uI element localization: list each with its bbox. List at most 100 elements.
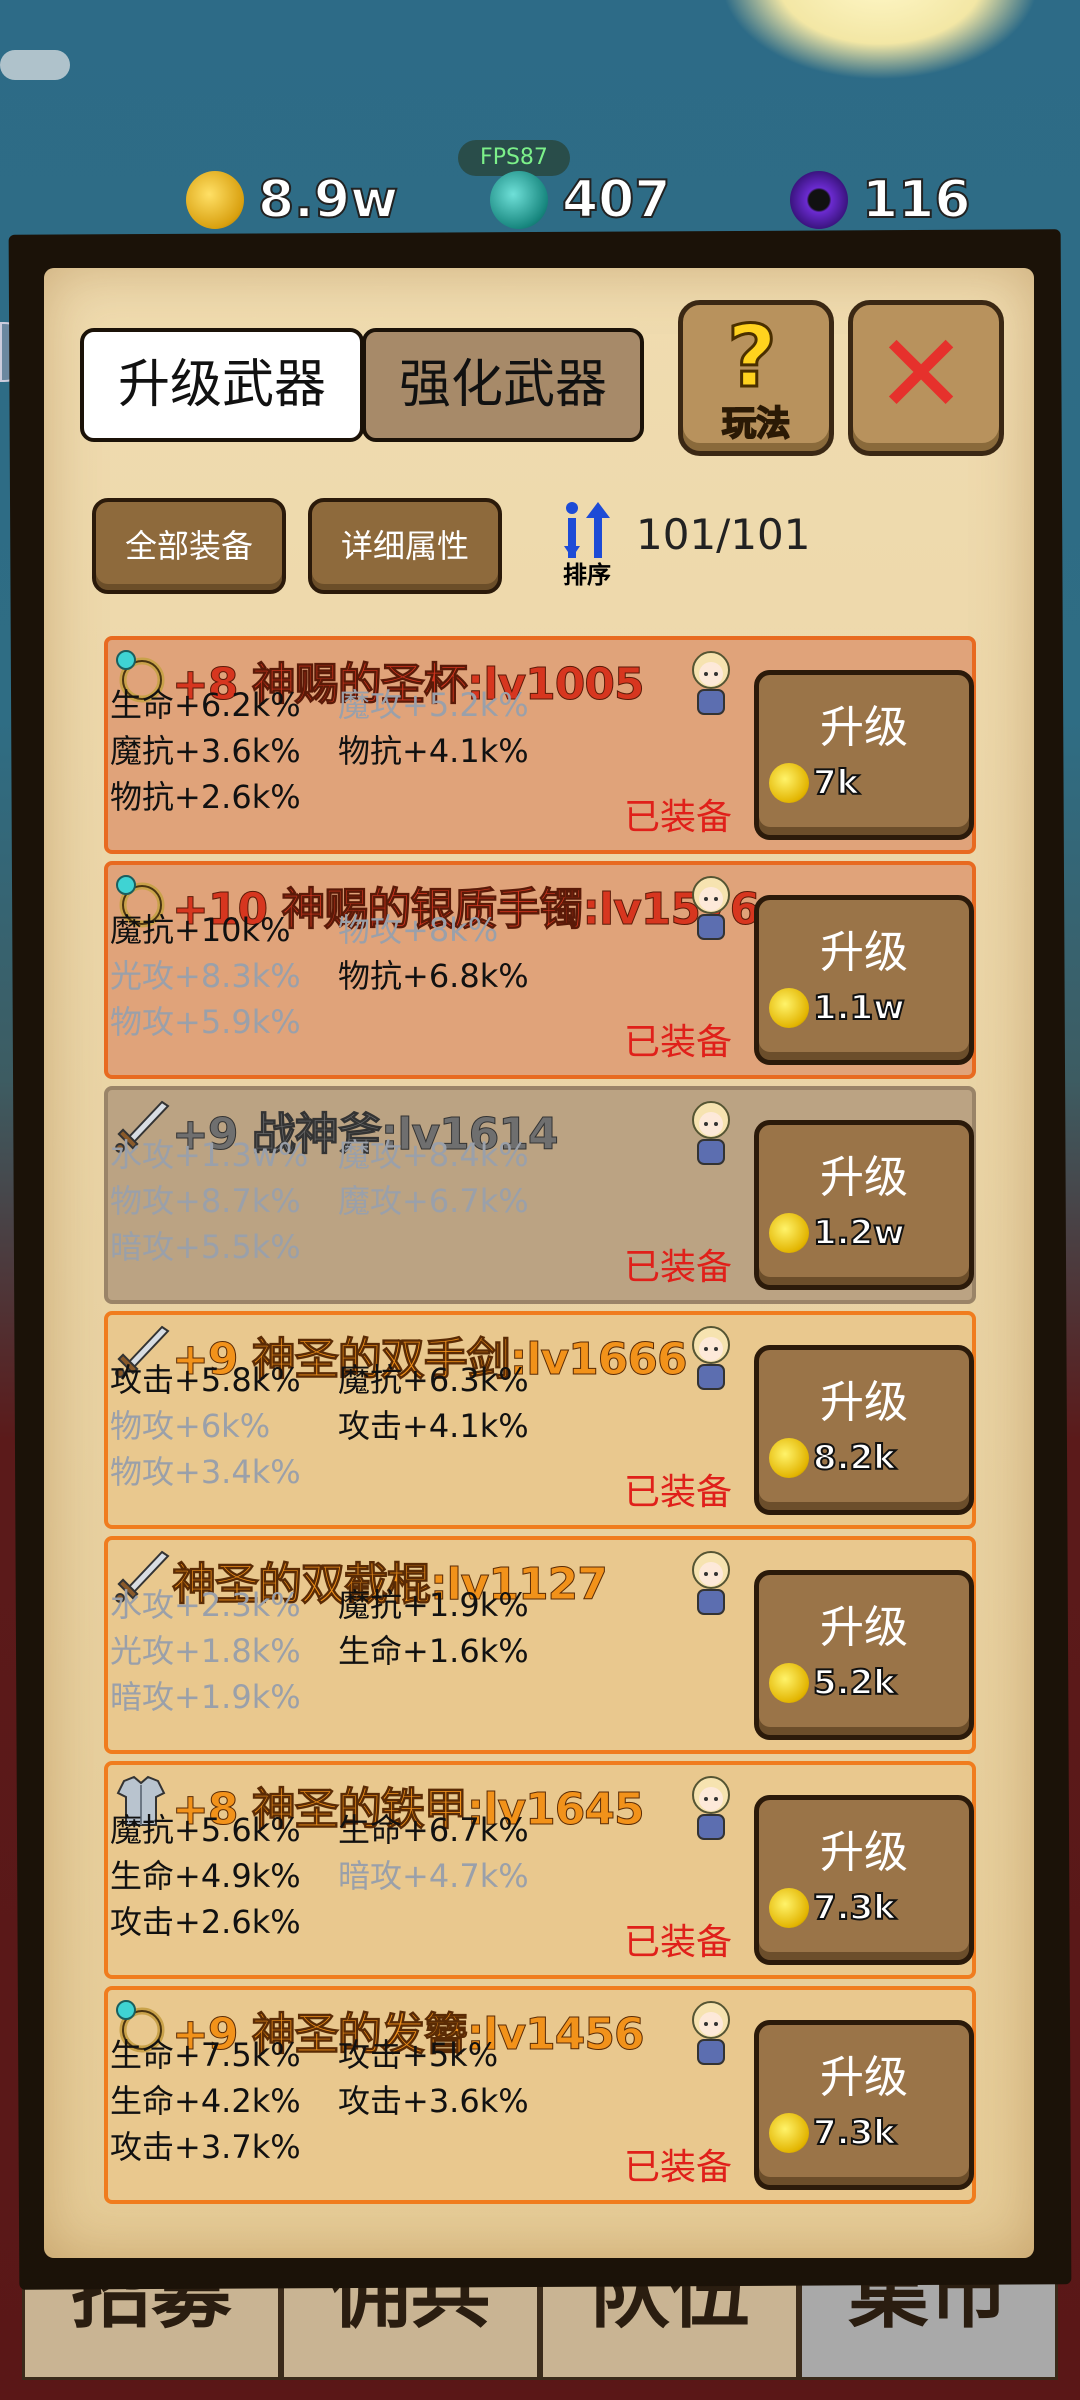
sort-label: 排序	[563, 561, 611, 589]
gold-coin-icon	[769, 988, 809, 1028]
hero-avatar-icon	[684, 1094, 738, 1166]
item-stat: 光攻+8.3k%	[110, 957, 301, 995]
tab-enhance-weapon[interactable]: 强化武器	[362, 328, 644, 442]
hero-avatar-icon	[684, 869, 738, 941]
cloud	[0, 50, 70, 80]
item-stat: 魔抗+10k%	[110, 911, 291, 949]
close-button[interactable]: ✕	[848, 300, 1004, 456]
gold-amount: 8.9w	[257, 169, 399, 231]
all-gear-button[interactable]: 全部装备	[92, 498, 286, 594]
item-stat: 物抗+4.1k%	[338, 732, 529, 770]
sort-button[interactable]: 排序	[552, 500, 622, 592]
item-stat: 光攻+1.8k%	[110, 1632, 301, 1670]
upgrade-label: 升级	[820, 2052, 908, 2103]
upgrade-button[interactable]: 升级 7.3k	[754, 2020, 974, 2190]
upgrade-label: 升级	[820, 1827, 908, 1878]
item-stat: 攻击+2.6k%	[110, 1903, 301, 1941]
upgrade-label: 升级	[820, 1377, 908, 1428]
upgrade-cost: 7.3k	[769, 1886, 897, 1930]
hero-avatar-icon	[684, 1769, 738, 1841]
tab-upgrade-weapon[interactable]: 升级武器	[80, 328, 364, 442]
equipment-card[interactable]: +9 神圣的双手剑:lv1666 攻击+5.8k% 魔抗+6.3k% 物攻+6k% 攻击…	[104, 1311, 976, 1529]
item-stat: 魔抗+6.3k%	[338, 1361, 529, 1399]
equipped-label: 已装备	[624, 2147, 733, 2188]
item-count: 101/101	[636, 510, 811, 559]
equipment-card[interactable]: 神圣的双截棍:lv1127 水攻+2.3k% 魔抗+1.9k% 光攻+1.8k% 生命+…	[104, 1536, 976, 1754]
equipped-label: 已装备	[624, 1922, 733, 1963]
upgrade-cost: 5.2k	[769, 1661, 897, 1705]
item-stat: 暗攻+4.7k%	[338, 1857, 529, 1895]
cost-value: 7.3k	[812, 2112, 897, 2154]
hero-avatar-icon	[684, 1544, 738, 1616]
item-stat: 物攻+8.7k%	[110, 1182, 301, 1220]
item-stat: 魔攻+5.2k%	[338, 686, 529, 724]
upgrade-label: 升级	[820, 927, 908, 978]
equipped-label: 已装备	[624, 1022, 733, 1063]
item-stat: 攻击+5k%	[338, 2036, 499, 2074]
gold-coin-icon	[769, 763, 809, 803]
equipped-label: 已装备	[624, 1247, 733, 1288]
item-stat: 魔攻+6.7k%	[338, 1182, 529, 1220]
gem-icon	[490, 171, 548, 229]
gold-coin-icon	[769, 2113, 809, 2153]
item-stat: 魔攻+8.4k%	[338, 1136, 529, 1174]
item-stat: 攻击+5.8k%	[110, 1361, 301, 1399]
equipment-card[interactable]: +8 神赐的圣杯:lv1005 生命+6.2k% 魔攻+5.2k% 魔抗+3.6k% 物…	[104, 636, 976, 854]
cost-value: 7.3k	[812, 1887, 897, 1929]
item-stat: 魔抗+3.6k%	[110, 732, 301, 770]
gold-coin-icon	[186, 171, 244, 229]
help-button[interactable]: ? 玩法	[678, 300, 834, 456]
item-stat: 生命+4.9k%	[110, 1857, 301, 1895]
details-button[interactable]: 详细属性	[308, 498, 502, 594]
upgrade-cost: 1.1w	[769, 986, 906, 1030]
dark-orb-icon	[790, 171, 848, 229]
cost-value: 7k	[812, 762, 860, 804]
gold-coin-icon	[769, 1438, 809, 1478]
item-stat: 攻击+3.7k%	[110, 2128, 301, 2166]
upgrade-label: 升级	[820, 1152, 908, 1203]
cost-value: 5.2k	[812, 1662, 897, 1704]
equipped-label: 已装备	[624, 797, 733, 838]
gold-coin-icon	[769, 1213, 809, 1253]
item-stat: 攻击+4.1k%	[338, 1407, 529, 1445]
item-stat: 生命+1.6k%	[338, 1632, 529, 1670]
gold-coin-icon	[769, 1888, 809, 1928]
upgrade-button[interactable]: 升级 7.3k	[754, 1795, 974, 1965]
item-stat: 水攻+2.3k%	[110, 1586, 301, 1624]
close-icon: ✕	[875, 310, 968, 438]
hero-avatar-icon	[684, 1319, 738, 1391]
help-label: 玩法	[721, 403, 791, 445]
upgrade-button[interactable]: 升级 5.2k	[754, 1570, 974, 1740]
item-stat: 生命+4.2k%	[110, 2082, 301, 2120]
item-stat: 魔抗+1.9k%	[338, 1586, 529, 1624]
item-stat: 物攻+5.9k%	[110, 1003, 301, 1041]
upgrade-cost: 1.2w	[769, 1211, 906, 1255]
item-stat: 生命+6.2k%	[110, 686, 301, 724]
upgrade-cost: 7.3k	[769, 2111, 897, 2155]
upgrade-cost: 7k	[769, 761, 860, 805]
equipment-list[interactable]: +8 神赐的圣杯:lv1005 生命+6.2k% 魔攻+5.2k% 魔抗+3.6k% 物…	[104, 636, 976, 2222]
upgrade-button[interactable]: 升级 1.1w	[754, 895, 974, 1065]
question-icon: ?	[726, 306, 779, 409]
item-stat: 水攻+1.3w%	[110, 1136, 309, 1174]
equipped-label: 已装备	[624, 1472, 733, 1513]
item-stat: 生命+6.7k%	[338, 1811, 529, 1849]
item-stat: 暗攻+1.9k%	[110, 1678, 301, 1716]
upgrade-button[interactable]: 升级 8.2k	[754, 1345, 974, 1515]
hero-avatar-icon	[684, 1994, 738, 2066]
equipment-card[interactable]: +9 战神斧:lv1614 水攻+1.3w% 魔攻+8.4k% 物攻+8.7k% 魔攻+…	[104, 1086, 976, 1304]
item-stat: 暗攻+5.5k%	[110, 1228, 301, 1266]
item-stat: 物攻+8k%	[338, 911, 499, 949]
item-stat: 攻击+3.6k%	[338, 2082, 529, 2120]
sun-glow	[720, 0, 1040, 80]
item-stat: 物攻+3.4k%	[110, 1453, 301, 1491]
item-stat: 魔抗+5.6k%	[110, 1811, 301, 1849]
item-stat: 生命+7.5k%	[110, 2036, 301, 2074]
equipment-card[interactable]: +9 神圣的发簪:lv1456 生命+7.5k% 攻击+5k% 生命+4.2k% 攻击+…	[104, 1986, 976, 2204]
equipment-card[interactable]: +10 神赐的银质手镯:lv1576 魔抗+10k% 物攻+8k% 光攻+8.3k% 物…	[104, 861, 976, 1079]
upgrade-cost: 8.2k	[769, 1436, 897, 1480]
gem-amount: 407	[561, 169, 672, 231]
equipment-card[interactable]: +8 神圣的铁甲:lv1645 魔抗+5.6k% 生命+6.7k% 生命+4.9k% 暗…	[104, 1761, 976, 1979]
upgrade-button[interactable]: 升级 1.2w	[754, 1120, 974, 1290]
upgrade-button[interactable]: 升级 7k	[754, 670, 974, 840]
